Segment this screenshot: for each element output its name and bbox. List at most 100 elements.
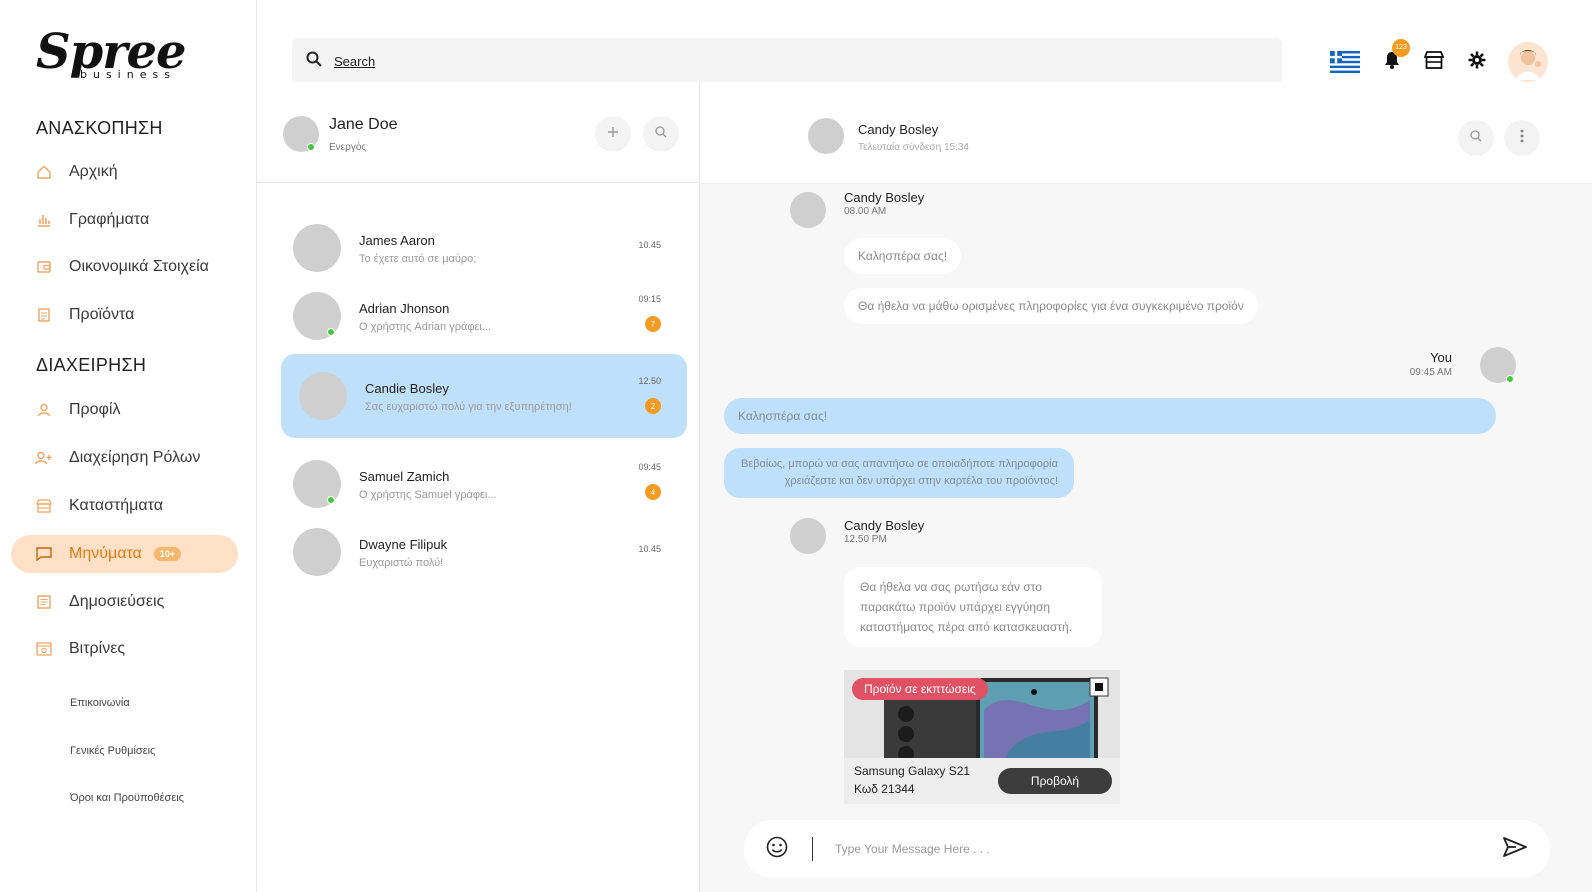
unread-count-badge: 2 (645, 398, 661, 414)
sidebar-item-messages[interactable]: Μηνύματα 10+ (11, 535, 238, 573)
sidebar-subitem-contact[interactable]: Επικοινωνία (70, 697, 130, 709)
contact-last-seen: Τελευταία σύνδεση 15:34 (858, 142, 969, 153)
sidebar-subitem-general-settings[interactable]: Γενικές Ρυθμίσεις (70, 745, 155, 757)
search-input[interactable] (334, 53, 1234, 69)
my-name: Jane Doe (329, 116, 398, 133)
contact-avatar[interactable] (808, 118, 844, 154)
avatar (293, 292, 341, 340)
bar-chart-icon (35, 211, 53, 229)
message-bubble: Θα ήθελα να μάθω ορισμένες πληροφορίες γ… (844, 288, 1258, 324)
message-bubble-mine: Βεβαίως, μπορώ να σας απαντήσω σε οποιαδ… (724, 448, 1074, 498)
store-icon (1423, 50, 1445, 74)
my-avatar[interactable] (283, 116, 319, 152)
brand-logo[interactable]: Spree business (36, 28, 196, 86)
sender-name: Candy Bosley (844, 190, 925, 205)
sidebar-item-label: Μηνύματα (69, 545, 142, 562)
sidebar-item-showcases[interactable]: Βιτρίνες (11, 630, 238, 668)
store-button[interactable] (1423, 50, 1445, 74)
sidebar-item-posts[interactable]: Δημοσιεύσεις (11, 583, 238, 621)
greece-flag-icon[interactable] (1330, 51, 1360, 73)
divider (257, 182, 700, 183)
contact-name: Candy Bosley (858, 122, 939, 137)
message-bubble: Θα ήθελα να σας ρωτήσω εάν στο παρακάτω … (844, 567, 1102, 647)
avatar (293, 460, 341, 508)
sidebar-item-stores[interactable]: Καταστήματα (11, 487, 238, 525)
conversation-time: 10.45 (638, 544, 661, 554)
manage-section-title: ΔΙΑΧΕΙΡΗΣΗ (36, 355, 147, 375)
search-icon (655, 125, 667, 143)
conversations-panel: Jane Doe Ενεργός James Aaron Το έχετε αυ… (257, 82, 700, 892)
message-input[interactable] (835, 842, 1475, 856)
sidebar: Spree business ΑΝΑΣΚΟΠΗΣΗ Αρχική Γραφήμα… (0, 0, 257, 892)
unread-count-badge: 7 (645, 316, 661, 332)
unread-count-badge: 4 (645, 484, 661, 500)
conversation-item[interactable]: Adrian Jhonson Ο χρήστης Adrian γράφει..… (281, 274, 687, 358)
send-icon (1503, 837, 1527, 857)
conversation-name: Adrian Jhonson (359, 301, 450, 316)
chat-area: Candy Bosley Τελευταία σύνδεση 15:34 Can… (700, 82, 1592, 892)
sidebar-item-profile[interactable]: Προφίλ (11, 391, 238, 429)
my-status: Ενεργός (329, 142, 367, 153)
sidebar-item-roles[interactable]: Διαχείρηση Ρόλων (11, 439, 238, 477)
sidebar-item-label: Δημοσιεύσεις (69, 593, 165, 610)
search-conversations-button[interactable] (643, 116, 679, 152)
gear-icon (1468, 51, 1486, 74)
conversation-item[interactable]: Dwayne Filipuk Ευχαριστώ πολύ! 10.45 (281, 510, 687, 594)
sidebar-item-charts[interactable]: Γραφήματα (11, 201, 238, 239)
sender-name: You (1430, 350, 1452, 365)
plus-icon (607, 125, 619, 143)
wallet-icon (35, 258, 53, 276)
message-bubble-mine: Καλησπέρα σας! (724, 398, 1496, 434)
notifications-button[interactable]: 123 (1384, 38, 1410, 74)
conversation-preview: Σας ευχαριστώ πολύ για την εξυπηρέτηση! (365, 401, 572, 413)
message-composer (744, 820, 1550, 878)
top-toolbar: 123 (1330, 38, 1548, 84)
sidebar-item-label: Προϊόντα (69, 306, 135, 323)
product-name: Samsung Galaxy S21 (854, 764, 971, 778)
messages-count-badge: 10+ (153, 547, 182, 561)
overview-section-title: ΑΝΑΣΚΟΠΗΣΗ (36, 118, 163, 138)
online-indicator (1506, 375, 1514, 383)
sidebar-item-home[interactable]: Αρχική (11, 153, 238, 191)
sidebar-item-finance[interactable]: Οικονομικά Στοιχεία (11, 248, 238, 286)
conversation-preview: Ο χρήστης Samuel γράφει... (359, 489, 497, 501)
sidebar-item-label: Οικονομικά Στοιχεία (69, 258, 209, 275)
sidebar-subitem-terms[interactable]: Όροι και Προϋποθέσεις (70, 792, 184, 804)
user-add-icon (35, 449, 53, 467)
sale-tag: Προϊόν σε εκπτώσεις (852, 678, 988, 700)
new-conversation-button[interactable] (595, 116, 631, 152)
sender-avatar (790, 192, 826, 228)
online-indicator (307, 143, 315, 151)
brand-logo-sub: business (80, 68, 176, 81)
avatar (293, 528, 341, 576)
sidebar-item-label: Καταστήματα (69, 497, 163, 514)
conversation-time: 10.45 (638, 240, 661, 250)
message-bubble: Καλησπέρα σας! (844, 238, 962, 274)
view-product-button[interactable]: Προβολή (998, 768, 1112, 794)
conversation-time: 09:45 (638, 462, 661, 472)
conversation-preview: Το έχετε αυτό σε μαύρο; (359, 253, 477, 265)
notification-count-badge: 123 (1392, 38, 1410, 57)
emoji-icon[interactable] (766, 836, 788, 863)
my-avatar (1480, 347, 1516, 383)
message-time: 12.50 PM (844, 534, 887, 545)
chat-header: Candy Bosley Τελευταία σύνδεση 15:34 (700, 82, 1592, 184)
search-icon (1470, 129, 1482, 147)
sidebar-item-label: Βιτρίνες (69, 640, 126, 657)
post-icon (35, 593, 53, 611)
send-button[interactable] (1502, 836, 1528, 863)
product-card[interactable]: Προϊόν σε εκπτώσεις Samsung Galaxy S21 Κ… (844, 670, 1120, 804)
sidebar-item-products[interactable]: Προϊόντα (11, 296, 238, 334)
chat-more-button[interactable] (1504, 120, 1540, 156)
conversation-item-selected[interactable]: Candie Bosley Σας ευχαριστώ πολύ για την… (281, 354, 687, 438)
conversation-preview: Ευχαριστώ πολύ! (359, 557, 444, 569)
conversation-preview: Ο χρήστης Adrian γράφει... (359, 321, 491, 333)
search-chat-button[interactable] (1458, 120, 1494, 156)
composer-divider (812, 837, 813, 861)
user-avatar[interactable] (1508, 42, 1548, 82)
settings-button[interactable] (1468, 51, 1486, 74)
sidebar-item-label: Προφίλ (69, 401, 121, 418)
sidebar-item-label: Αρχική (69, 163, 118, 180)
conversation-time: 09:15 (638, 294, 661, 304)
message-time: 08.00 AM (844, 206, 887, 217)
